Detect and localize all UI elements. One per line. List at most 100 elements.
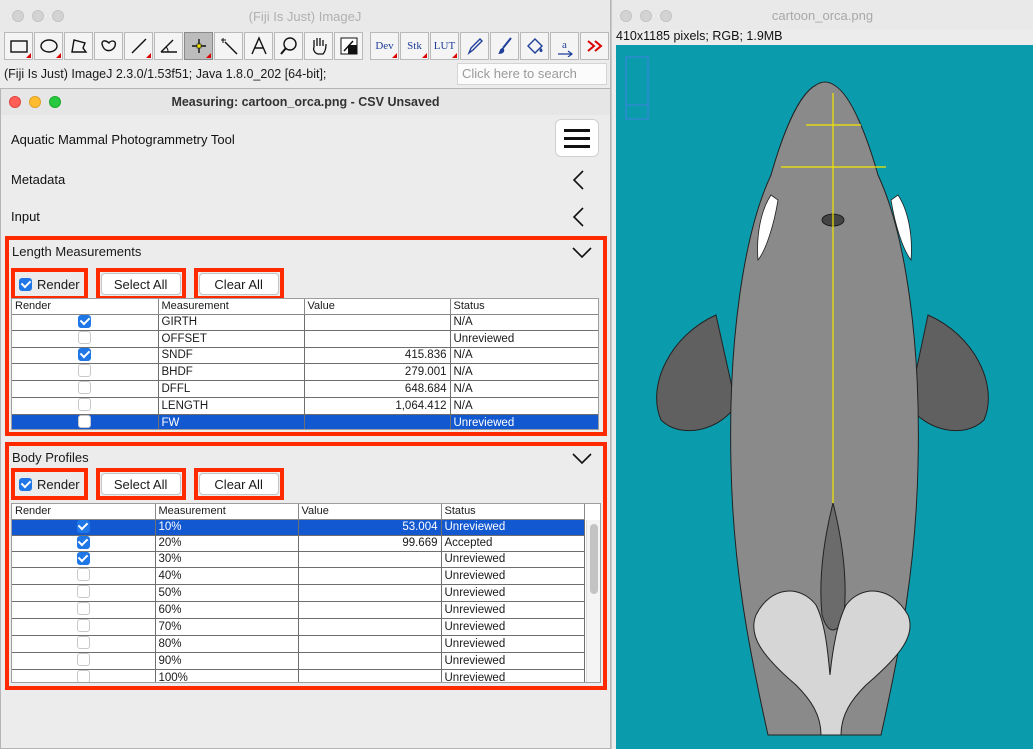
close-window-button[interactable] bbox=[12, 10, 24, 22]
table-row[interactable]: 70% Unreviewed bbox=[12, 618, 585, 636]
table-row[interactable]: DFFL 648.684 N/A bbox=[12, 380, 598, 398]
render-cell[interactable] bbox=[12, 584, 156, 602]
table-row[interactable]: OFFSET Unreviewed bbox=[12, 330, 598, 348]
input-section-label[interactable]: Input bbox=[11, 209, 40, 224]
wand-tool-icon[interactable] bbox=[214, 32, 243, 60]
render-cell[interactable] bbox=[12, 551, 156, 568]
column-header-value[interactable]: Value bbox=[304, 299, 451, 315]
minimize-window-button[interactable] bbox=[32, 10, 44, 22]
zoom-window-button[interactable] bbox=[49, 96, 61, 108]
checkbox-checked-icon[interactable] bbox=[76, 520, 90, 533]
checkbox-checked-icon[interactable] bbox=[78, 348, 92, 361]
stk-menu-button[interactable]: Stk bbox=[400, 32, 429, 60]
metadata-section-label[interactable]: Metadata bbox=[11, 172, 65, 187]
table-row[interactable]: 80% Unreviewed bbox=[12, 635, 585, 653]
length-select-all-button[interactable]: Select All bbox=[100, 273, 181, 295]
table-row[interactable]: SNDF 415.836 N/A bbox=[12, 347, 598, 364]
point-tool-icon[interactable] bbox=[184, 32, 213, 60]
checkbox-unchecked-icon[interactable] bbox=[78, 330, 92, 344]
magnifier-tool-icon[interactable] bbox=[274, 32, 303, 60]
checkbox-checked-icon[interactable] bbox=[78, 315, 92, 328]
more-tools-icon[interactable] bbox=[580, 32, 609, 60]
length-clear-all-button[interactable]: Clear All bbox=[198, 273, 279, 295]
render-cell[interactable] bbox=[12, 330, 159, 348]
chevron-down-icon[interactable] bbox=[571, 452, 593, 466]
render-cell[interactable] bbox=[12, 652, 156, 670]
column-header-measurement[interactable]: Measurement bbox=[155, 504, 299, 520]
table-row[interactable]: FW Unreviewed bbox=[12, 414, 598, 429]
table-row[interactable]: 10% 53.004 Unreviewed bbox=[12, 519, 585, 536]
checkbox-checked-icon[interactable] bbox=[76, 552, 90, 565]
close-window-button[interactable] bbox=[620, 10, 632, 22]
color-picker-icon[interactable] bbox=[334, 32, 363, 60]
render-cell[interactable] bbox=[12, 618, 156, 636]
render-cell[interactable] bbox=[12, 519, 156, 536]
render-cell[interactable] bbox=[12, 347, 159, 364]
table-row[interactable]: 20% 99.669 Accepted bbox=[12, 535, 585, 552]
dev-menu-button[interactable]: Dev bbox=[370, 32, 399, 60]
checkbox-unchecked-icon[interactable] bbox=[76, 669, 90, 682]
profiles-scrollbar[interactable] bbox=[586, 520, 600, 682]
render-cell[interactable] bbox=[12, 414, 159, 429]
column-header-render[interactable]: Render bbox=[12, 299, 159, 315]
minimize-window-button[interactable] bbox=[640, 10, 652, 22]
checkbox-unchecked-icon[interactable] bbox=[76, 584, 90, 598]
checkbox-unchecked-icon[interactable] bbox=[76, 652, 90, 666]
render-cell[interactable] bbox=[12, 380, 159, 398]
profiles-select-all-button[interactable]: Select All bbox=[100, 473, 181, 495]
checkbox-unchecked-icon[interactable] bbox=[78, 363, 92, 377]
text-tool-icon[interactable] bbox=[244, 32, 273, 60]
render-cell[interactable] bbox=[12, 669, 156, 682]
table-row[interactable]: 90% Unreviewed bbox=[12, 652, 585, 670]
render-cell[interactable] bbox=[12, 567, 156, 585]
pencil-tool-icon[interactable] bbox=[460, 32, 489, 60]
image-canvas[interactable] bbox=[616, 45, 1033, 749]
search-input[interactable]: Click here to search bbox=[457, 63, 607, 85]
minimize-window-button[interactable] bbox=[29, 96, 41, 108]
table-row[interactable]: 100% Unreviewed bbox=[12, 669, 585, 682]
hamburger-menu-button[interactable] bbox=[555, 119, 599, 157]
line-tool-icon[interactable] bbox=[124, 32, 153, 60]
column-header-value[interactable]: Value bbox=[298, 504, 442, 520]
table-row[interactable]: GIRTH N/A bbox=[12, 314, 598, 331]
hand-tool-icon[interactable] bbox=[304, 32, 333, 60]
column-header-status[interactable]: Status bbox=[441, 504, 585, 520]
column-header-render[interactable]: Render bbox=[12, 504, 156, 520]
zoom-window-button[interactable] bbox=[660, 10, 672, 22]
freehand-tool-icon[interactable] bbox=[94, 32, 123, 60]
column-header-status[interactable]: Status bbox=[450, 299, 598, 315]
checkbox-unchecked-icon[interactable] bbox=[76, 618, 90, 632]
render-cell[interactable] bbox=[12, 397, 159, 415]
zoom-window-button[interactable] bbox=[52, 10, 64, 22]
table-row[interactable]: 50% Unreviewed bbox=[12, 584, 585, 602]
checkbox-unchecked-icon[interactable] bbox=[76, 601, 90, 615]
render-cell[interactable] bbox=[12, 535, 156, 552]
brush-tool-icon[interactable] bbox=[490, 32, 519, 60]
table-row[interactable]: LENGTH 1,064.412 N/A bbox=[12, 397, 598, 415]
length-render-checkbox[interactable]: Render bbox=[16, 273, 83, 295]
checkbox-unchecked-icon[interactable] bbox=[76, 635, 90, 649]
lut-menu-button[interactable]: LUT bbox=[430, 32, 459, 60]
checkbox-unchecked-icon[interactable] bbox=[78, 380, 92, 394]
arrow-label-tool-icon[interactable]: a bbox=[550, 32, 579, 60]
scrollbar-thumb[interactable] bbox=[590, 524, 598, 594]
render-cell[interactable] bbox=[12, 601, 156, 619]
checkbox-unchecked-icon[interactable] bbox=[78, 414, 92, 428]
close-window-button[interactable] bbox=[9, 96, 21, 108]
table-row[interactable]: 40% Unreviewed bbox=[12, 567, 585, 585]
render-cell[interactable] bbox=[12, 363, 159, 381]
chevron-left-icon[interactable] bbox=[571, 169, 587, 191]
angle-tool-icon[interactable] bbox=[154, 32, 183, 60]
table-row[interactable]: 60% Unreviewed bbox=[12, 601, 585, 619]
rectangle-tool-icon[interactable] bbox=[4, 32, 33, 60]
checkbox-checked-icon[interactable] bbox=[76, 536, 90, 549]
profiles-clear-all-button[interactable]: Clear All bbox=[198, 473, 279, 495]
checkbox-unchecked-icon[interactable] bbox=[78, 397, 92, 411]
table-row[interactable]: 30% Unreviewed bbox=[12, 551, 585, 568]
table-row[interactable]: BHDF 279.001 N/A bbox=[12, 363, 598, 381]
render-cell[interactable] bbox=[12, 314, 159, 331]
orca-image[interactable] bbox=[616, 45, 1033, 749]
chevron-down-icon[interactable] bbox=[571, 246, 593, 260]
chevron-left-icon[interactable] bbox=[571, 206, 587, 228]
flood-fill-tool-icon[interactable] bbox=[520, 32, 549, 60]
